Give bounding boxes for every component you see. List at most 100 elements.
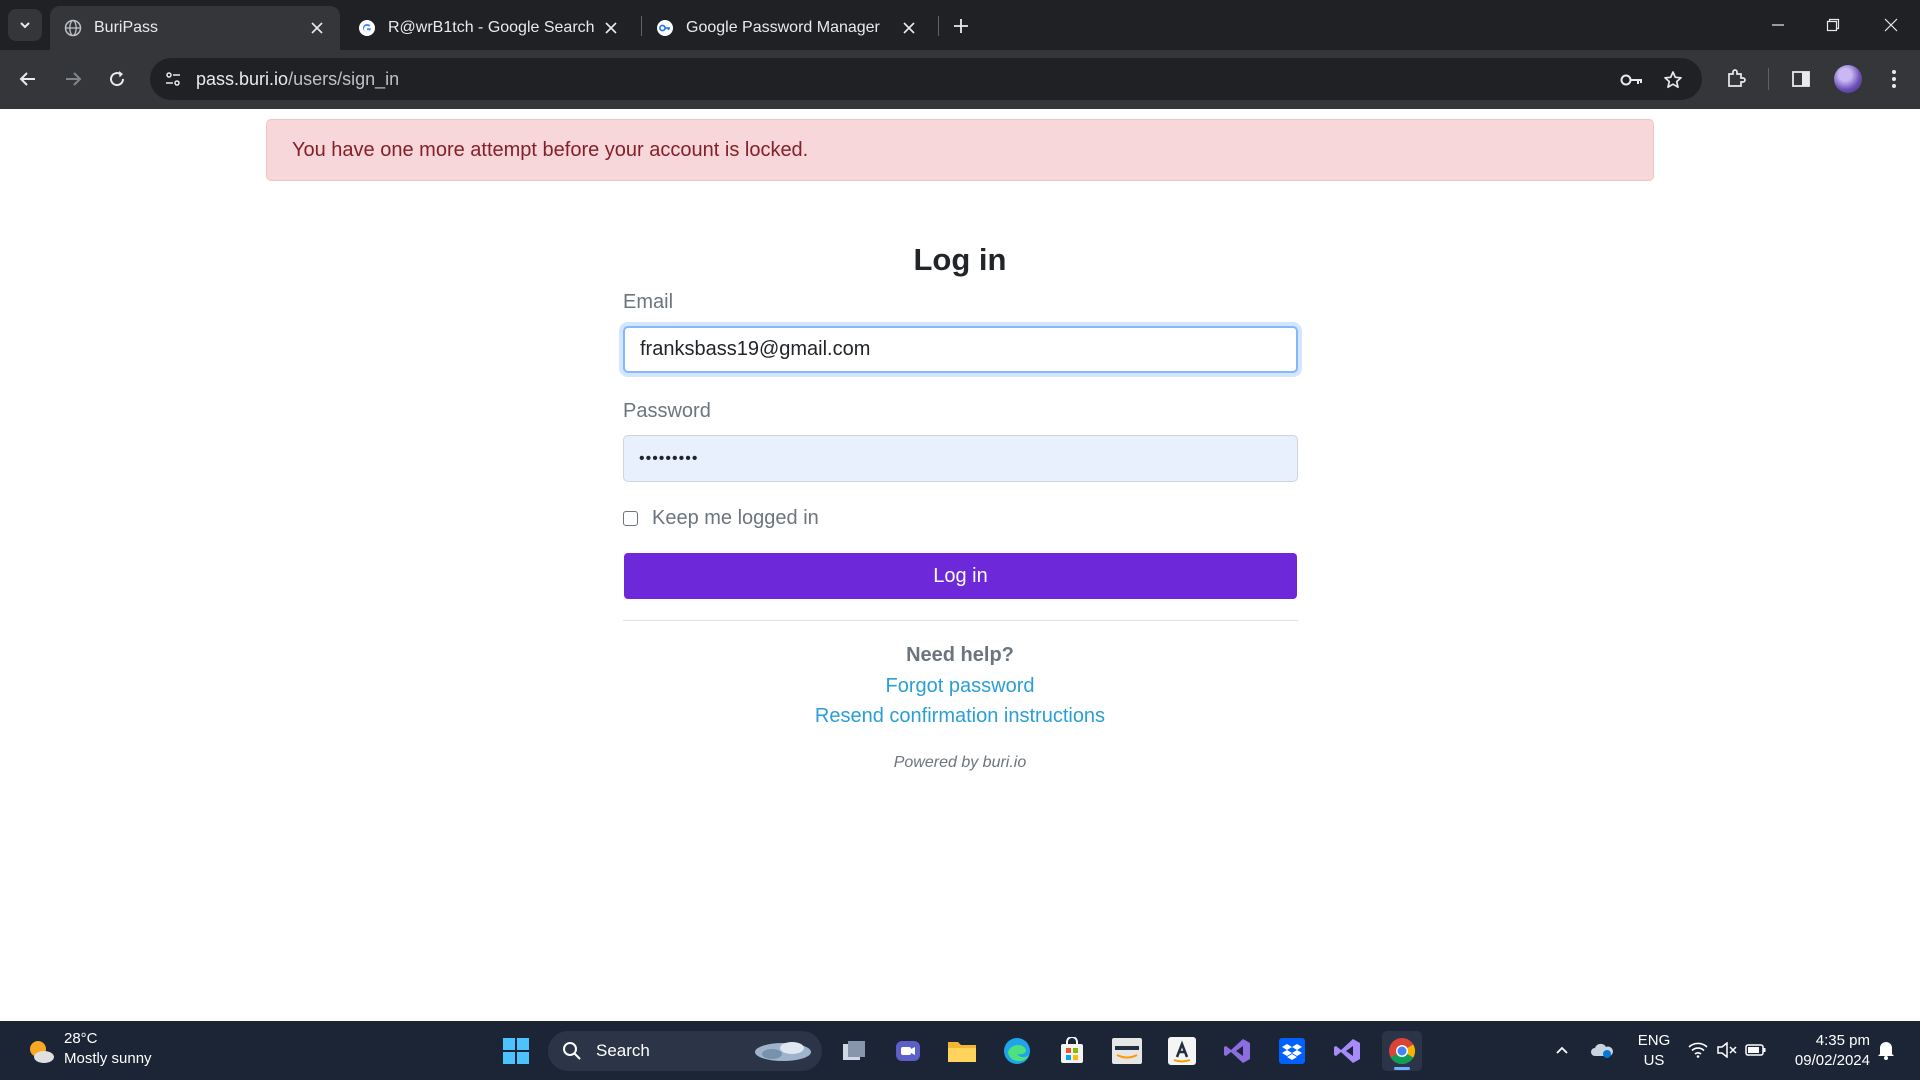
show-hidden-icons-button[interactable]	[1550, 1038, 1574, 1062]
visual-studio-app[interactable]	[1217, 1031, 1257, 1071]
arrow-right-icon	[66, 72, 82, 86]
page-title: Log in	[913, 242, 1007, 277]
amazon-a-icon	[1168, 1037, 1196, 1065]
remember-me-row: Keep me logged in	[623, 507, 819, 530]
windows-taskbar: 28°C Mostly sunny Search ENG US 4:35 pm …	[0, 1021, 1920, 1080]
dropbox-icon	[1279, 1038, 1305, 1064]
password-label: Password	[623, 400, 711, 422]
divider	[623, 620, 1298, 621]
search-icon	[563, 1042, 581, 1060]
amazon-shopping-app[interactable]	[1162, 1031, 1202, 1071]
task-view-icon	[843, 1041, 865, 1060]
restore-icon	[1826, 18, 1840, 32]
edge-icon	[1004, 1038, 1030, 1064]
powered-by-text: Powered by buri.io	[893, 754, 1027, 771]
remember-me-checkbox[interactable]	[623, 511, 638, 526]
email-field[interactable]: franksbass19@gmail.com	[623, 326, 1298, 373]
chevron-up-icon	[1556, 1046, 1568, 1054]
address-bar[interactable]: pass.buri.io/users/sign_in	[150, 58, 1702, 100]
profile-avatar[interactable]	[1834, 65, 1862, 93]
taskbar-search[interactable]: Search	[548, 1031, 822, 1071]
close-tab-icon[interactable]	[900, 19, 918, 37]
start-button[interactable]	[496, 1031, 536, 1071]
forgot-password-link[interactable]: Forgot password	[0, 675, 1920, 698]
lockout-warning-alert: You have one more attempt before your ac…	[266, 119, 1654, 181]
tab-google-search[interactable]: R@wrB1tch - Google Search	[344, 6, 634, 50]
url-path: /users/sign_in	[288, 69, 400, 89]
weather-sun-cloud-icon[interactable]	[26, 1037, 56, 1067]
chat-camera-icon	[896, 1041, 920, 1061]
tab-title: Google Password Manager	[686, 19, 880, 36]
clock-time: 4:35 pm	[1815, 1032, 1870, 1049]
globe-icon	[64, 19, 82, 37]
page-content: You have one more attempt before your ac…	[0, 109, 1920, 1021]
extensions-puzzle-icon[interactable]	[1720, 63, 1752, 95]
amazon-logo-icon	[1112, 1038, 1142, 1064]
language-code: ENG	[1637, 1032, 1671, 1049]
remember-me-label[interactable]: Keep me logged in	[652, 507, 819, 530]
region-code: US	[1643, 1052, 1665, 1069]
wifi-icon[interactable]	[1686, 1038, 1710, 1062]
side-panel-icon[interactable]	[1785, 63, 1817, 95]
visual-studio-code-app[interactable]	[1327, 1031, 1367, 1071]
tab-title: R@wrB1tch - Google Search	[388, 19, 595, 36]
more-menu-icon[interactable]	[1878, 63, 1910, 95]
edge-browser-app[interactable]	[997, 1031, 1037, 1071]
url-text[interactable]: pass.buri.io/users/sign_in	[196, 69, 399, 90]
visual-studio-icon	[1224, 1039, 1250, 1063]
password-manager-icon	[657, 20, 673, 36]
language-indicator[interactable]: ENG US	[1634, 1031, 1674, 1071]
onedrive-icon[interactable]	[1590, 1038, 1614, 1062]
arrow-left-icon	[19, 72, 35, 86]
amazon-app[interactable]	[1107, 1031, 1147, 1071]
close-window-button[interactable]	[1871, 8, 1911, 42]
tab-buripass[interactable]: BuriPass	[50, 6, 340, 50]
search-highlight-art-icon	[755, 1042, 811, 1061]
weather-description[interactable]: Mostly sunny	[64, 1050, 152, 1067]
chevron-down-icon	[20, 22, 30, 29]
tab-search-button[interactable]	[8, 9, 42, 41]
reload-button[interactable]	[100, 62, 134, 96]
dropbox-app[interactable]	[1272, 1031, 1312, 1071]
weather-temperature[interactable]: 28°C	[64, 1030, 98, 1047]
tab-password-manager[interactable]: Google Password Manager	[642, 6, 932, 50]
chrome-app[interactable]	[1382, 1031, 1422, 1071]
password-field[interactable]: •••••••••	[623, 435, 1298, 482]
login-button[interactable]: Log in	[624, 553, 1297, 599]
back-button[interactable]	[11, 62, 45, 96]
teams-chat-app[interactable]	[888, 1031, 928, 1071]
forward-button[interactable]	[56, 62, 90, 96]
folder-icon	[948, 1042, 976, 1062]
plus-icon	[954, 19, 968, 33]
battery-icon[interactable]	[1744, 1038, 1768, 1062]
close-tab-icon[interactable]	[602, 19, 620, 37]
url-host: pass.buri.io	[196, 69, 289, 89]
browser-toolbar: pass.buri.io/users/sign_in	[0, 50, 1920, 109]
minimize-button[interactable]	[1758, 8, 1798, 42]
bookmark-star-icon[interactable]	[1660, 67, 1686, 93]
restore-button[interactable]	[1813, 8, 1853, 42]
volume-muted-icon[interactable]	[1715, 1038, 1739, 1062]
store-bag-icon	[1061, 1037, 1083, 1063]
windows-logo-icon	[503, 1038, 529, 1064]
new-tab-button[interactable]	[948, 13, 974, 39]
system-clock[interactable]: 4:35 pm 09/02/2024	[1782, 1031, 1870, 1071]
tab-title: BuriPass	[94, 19, 159, 36]
site-settings-icon[interactable]	[160, 66, 186, 92]
close-tab-icon[interactable]	[308, 19, 326, 37]
file-explorer-app[interactable]	[942, 1031, 982, 1071]
notification-bell-icon[interactable]	[1874, 1038, 1898, 1062]
email-label: Email	[623, 291, 674, 313]
close-icon	[1884, 18, 1898, 32]
browser-tab-strip: BuriPass R@wrB1tch - Google Search Googl…	[0, 0, 1920, 50]
toolbar-separator	[1768, 68, 1769, 90]
help-heading: Need help?	[906, 644, 1014, 666]
task-view-button[interactable]	[834, 1031, 874, 1071]
visual-studio-alt-icon	[1334, 1039, 1360, 1063]
password-key-icon[interactable]	[1619, 67, 1645, 93]
search-label: Search	[596, 1041, 650, 1060]
microsoft-store-app[interactable]	[1052, 1031, 1092, 1071]
reload-icon	[110, 71, 125, 87]
google-g-icon	[359, 20, 375, 36]
resend-confirmation-link[interactable]: Resend confirmation instructions	[0, 705, 1920, 728]
